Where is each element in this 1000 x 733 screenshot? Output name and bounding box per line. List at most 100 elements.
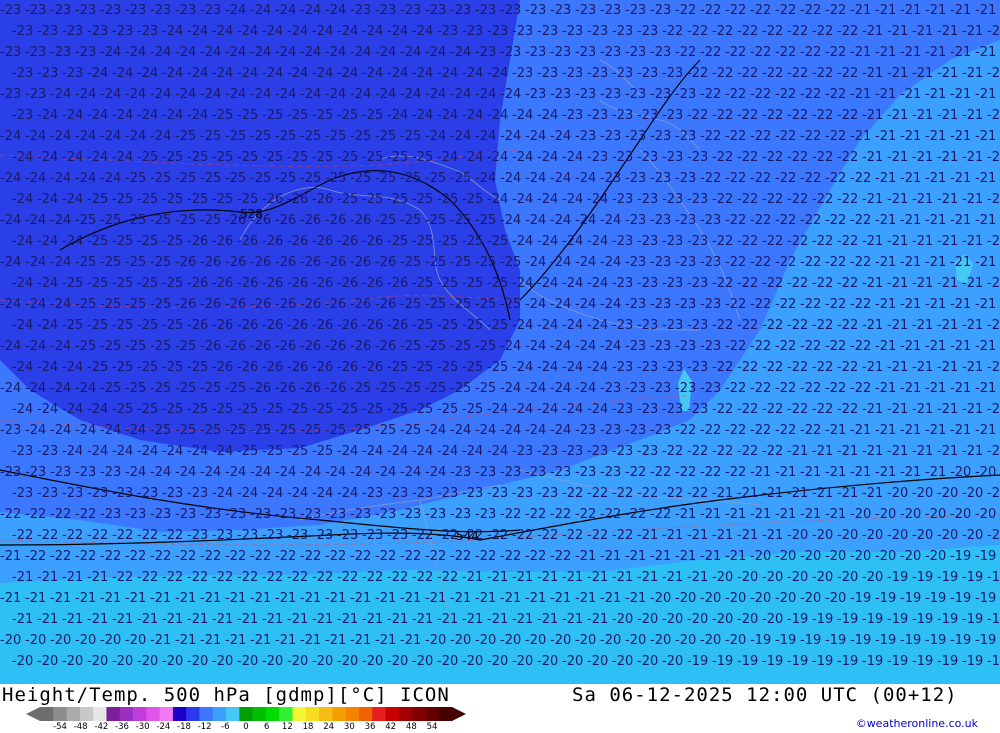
contour-value: -25: [225, 423, 246, 438]
contour-value: -21: [987, 402, 1000, 417]
contour-value: -24: [550, 129, 571, 144]
contour-value: -24: [537, 318, 558, 333]
contour-value: -20: [100, 633, 121, 648]
contour-value: -22: [787, 66, 808, 81]
contour-value: -25: [175, 213, 196, 228]
contour-value: -26: [287, 276, 308, 291]
contour-value: -23: [637, 192, 658, 207]
contour-value: -24: [450, 129, 471, 144]
contour-value: -23: [137, 24, 158, 39]
contour-value: -23: [600, 465, 621, 480]
contour-value: -21: [125, 591, 146, 606]
contour-value: -25: [87, 276, 108, 291]
contour-value: -23: [612, 444, 633, 459]
contour-value: -23: [475, 45, 496, 60]
contour-value: -21: [912, 444, 933, 459]
contour-value: -20: [712, 612, 733, 627]
contour-value: -24: [0, 297, 21, 312]
contour-value: -22: [250, 549, 271, 564]
contour-value: -24: [325, 45, 346, 60]
credit-link[interactable]: ©weatheronline.co.uk: [856, 717, 978, 730]
contour-value: -24: [550, 171, 571, 186]
contour-value: -22: [537, 528, 558, 543]
contour-value: -22: [812, 108, 833, 123]
contour-value: -23: [100, 507, 121, 522]
contour-value: -22: [225, 549, 246, 564]
contour-value: -22: [775, 129, 796, 144]
contour-value: -23: [450, 507, 471, 522]
contour-value: -23: [687, 276, 708, 291]
contour-value: -25: [412, 318, 433, 333]
contour-value: -22: [662, 24, 683, 39]
contour-value: -22: [112, 570, 133, 585]
contour-value: -21: [937, 150, 958, 165]
valid-time: Sa 06-12-2025 12:00 UTC (00+12): [572, 684, 958, 706]
contour-value: -25: [475, 339, 496, 354]
contour-value: -25: [125, 171, 146, 186]
contour-value: -25: [387, 360, 408, 375]
contour-value: -21: [900, 339, 921, 354]
contour-value: -25: [275, 423, 296, 438]
contour-value: -26: [362, 276, 383, 291]
contour-value: -23: [25, 87, 46, 102]
contour-value: -24: [150, 465, 171, 480]
contour-value: -23: [700, 297, 721, 312]
contour-value: -24: [400, 87, 421, 102]
contour-value: -25: [362, 192, 383, 207]
contour-value: -22: [812, 150, 833, 165]
contour-value: -19: [950, 633, 971, 648]
contour-value: -24: [425, 87, 446, 102]
contour-value: -21: [787, 444, 808, 459]
contour-value: -21: [450, 591, 471, 606]
contour-value: -20: [950, 507, 971, 522]
contour-value: -24: [262, 486, 283, 501]
contour-value: -21: [987, 108, 1000, 123]
contour-value: -23: [100, 465, 121, 480]
contour-value: -25: [125, 255, 146, 270]
contour-value: -23: [700, 339, 721, 354]
contour-value: -26: [387, 276, 408, 291]
contour-value: -21: [475, 591, 496, 606]
contour-value: -22: [162, 528, 183, 543]
contour-value: -23: [575, 129, 596, 144]
contour-value: -24: [437, 66, 458, 81]
contour-value: -23: [112, 486, 133, 501]
contour-value: -23: [487, 486, 508, 501]
scale-tick-label: -6: [221, 722, 230, 732]
contour-value: -22: [175, 549, 196, 564]
contour-value: -22: [662, 444, 683, 459]
contour-value: -21: [825, 507, 846, 522]
contour-value: -23: [675, 339, 696, 354]
contour-value: -21: [637, 528, 658, 543]
contour-value: -22: [800, 171, 821, 186]
contour-value: -21: [737, 528, 758, 543]
contour-value: -21: [925, 339, 946, 354]
contour-value: -24: [25, 129, 46, 144]
contour-value: -20: [687, 612, 708, 627]
contour-value: -21: [800, 507, 821, 522]
contour-value: -20: [262, 654, 283, 669]
contour-value: -19: [975, 549, 996, 564]
contour-value: -23: [387, 528, 408, 543]
contour-value: -20: [62, 654, 83, 669]
contour-value: -22: [712, 444, 733, 459]
contour-value: -23: [625, 87, 646, 102]
scale-tick-label: 6: [263, 722, 270, 732]
contour-value: -24: [250, 3, 271, 18]
contour-value: -22: [700, 171, 721, 186]
contour-value: -20: [825, 549, 846, 564]
contour-value: -25: [425, 381, 446, 396]
contour-value: -25: [162, 150, 183, 165]
contour-value: -21: [87, 612, 108, 627]
contour-value: -25: [375, 129, 396, 144]
contour-value: -22: [700, 129, 721, 144]
contour-value: -23: [575, 465, 596, 480]
contour-value: -26: [300, 213, 321, 228]
color-swatch: [252, 707, 267, 721]
contour-value: -22: [850, 339, 871, 354]
contour-value: -24: [575, 297, 596, 312]
contour-value: -21: [950, 45, 971, 60]
contour-value: -23: [675, 255, 696, 270]
contour-value: -21: [200, 591, 221, 606]
contour-value: -23: [675, 171, 696, 186]
